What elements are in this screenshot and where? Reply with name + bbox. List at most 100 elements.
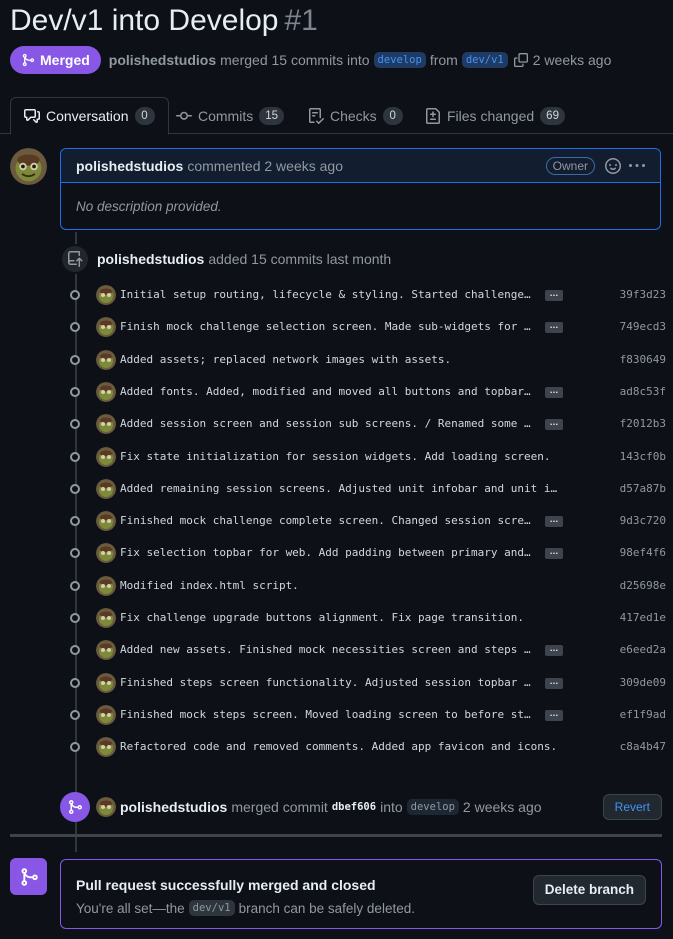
avatar[interactable] (96, 447, 116, 467)
owner-badge: Owner (545, 156, 595, 175)
tab-conversation-count: 0 (134, 107, 155, 125)
copy-icon[interactable] (513, 53, 528, 67)
commit-message-link[interactable]: Fix challenge upgrade buttons alignment.… (120, 611, 560, 624)
avatar[interactable] (96, 608, 116, 628)
commit-message-link[interactable]: Finished mock challenge complete screen.… (120, 514, 536, 527)
smiley-icon[interactable] (605, 157, 621, 174)
commit-sha-link[interactable]: d25698e (620, 579, 666, 592)
merge-branch-link[interactable]: develop (406, 799, 459, 815)
commit-message-link[interactable]: Added new assets. Finished mock necessit… (120, 643, 536, 656)
expand-commit-message-button[interactable]: … (545, 547, 563, 559)
avatar[interactable] (96, 543, 116, 563)
expand-commit-message-button[interactable]: … (545, 677, 563, 689)
kebab-horizontal-icon[interactable] (629, 158, 645, 174)
tab-conversation[interactable]: Conversation 0 (10, 97, 169, 135)
tab-checks[interactable]: Checks 0 (308, 97, 403, 134)
comment-box: polishedstudios commented 2 weeks ago Ow… (60, 148, 661, 230)
commit-sha-link[interactable]: 39f3d23 (620, 288, 666, 301)
expand-commit-message-button[interactable]: … (545, 644, 563, 656)
avatar[interactable] (96, 511, 116, 531)
expand-commit-message-button[interactable]: … (545, 709, 563, 721)
commit-message-link[interactable]: Fix selection topbar for web. Add paddin… (120, 546, 536, 559)
commit-row: Fix state initialization for session wid… (66, 447, 666, 467)
commit-sha-link[interactable]: 98ef4f6 (620, 546, 666, 559)
comment-author-link[interactable]: polishedstudios (76, 158, 183, 174)
commit-sha-link[interactable]: 143cf0b (620, 450, 666, 463)
tab-checks-label: Checks (330, 107, 377, 124)
git-commit-icon (70, 710, 80, 720)
base-branch-link[interactable]: develop (373, 52, 426, 68)
commit-row: Added assets; replaced network images wi… (66, 350, 666, 370)
commit-sha-link[interactable]: c8a4b47 (620, 740, 666, 753)
timeline-separator (10, 834, 662, 837)
commit-sha-link[interactable]: 749ecd3 (620, 320, 666, 333)
merged-box-branch: dev/v1 (188, 900, 235, 916)
pr-author-link[interactable]: polishedstudios (109, 52, 216, 68)
delete-branch-button[interactable]: Delete branch (532, 875, 646, 905)
commit-message-link[interactable]: Added remaining session screens. Adjuste… (120, 482, 560, 495)
commit-message-link[interactable]: Finish mock challenge selection screen. … (120, 320, 536, 333)
avatar[interactable] (96, 285, 116, 305)
comment-header: polishedstudios commented 2 weeks ago Ow… (61, 149, 660, 183)
commit-message-link[interactable]: Added fonts. Added, modified and moved a… (120, 385, 536, 398)
expand-commit-message-button[interactable]: … (545, 418, 563, 430)
avatar[interactable] (96, 737, 116, 757)
merge-into-text: into (380, 799, 403, 815)
avatar[interactable] (96, 382, 116, 402)
commit-message-link[interactable]: Finished mock steps screen. Moved loadin… (120, 708, 536, 721)
commit-message-link[interactable]: Added session screen and session sub scr… (120, 417, 536, 430)
git-commit-icon (70, 290, 80, 300)
commit-message-link[interactable]: Added assets; replaced network images wi… (120, 353, 560, 366)
merge-author-link[interactable]: polishedstudios (120, 799, 227, 815)
commit-message-link[interactable]: Finished steps screen functionality. Adj… (120, 676, 536, 689)
avatar[interactable] (96, 479, 116, 499)
commit-sha-link[interactable]: 9d3c720 (620, 514, 666, 527)
tab-commits[interactable]: Commits 15 (176, 97, 285, 134)
commit-message-link[interactable]: Fix state initialization for session wid… (120, 450, 560, 463)
revert-button[interactable]: Revert (602, 794, 662, 820)
expand-commit-message-button[interactable]: … (545, 321, 563, 333)
commit-sha-link[interactable]: f830649 (620, 353, 666, 366)
avatar[interactable] (96, 797, 116, 817)
avatar[interactable] (96, 317, 116, 337)
commit-row: Fix challenge upgrade buttons alignment.… (66, 608, 666, 628)
commit-sha-link[interactable]: e6eed2a (620, 643, 666, 656)
avatar[interactable] (96, 350, 116, 370)
push-text: added 15 commits last month (208, 251, 392, 267)
commit-sha-link[interactable]: ad8c53f (620, 385, 666, 398)
avatar[interactable] (96, 414, 116, 434)
git-commit-icon (70, 678, 80, 688)
commit-sha-link[interactable]: f2012b3 (620, 417, 666, 430)
git-commit-icon (70, 419, 80, 429)
commit-sha-link[interactable]: ef1f9ad (620, 708, 666, 721)
expand-commit-message-button[interactable]: … (545, 289, 563, 301)
commit-message-link[interactable]: Refactored code and removed comments. Ad… (120, 740, 560, 753)
commit-sha-link[interactable]: d57a87b (620, 482, 666, 495)
git-commit-icon (70, 645, 80, 655)
commit-sha-link[interactable]: 417ed1e (620, 611, 666, 624)
commit-row: Added remaining session screens. Adjuste… (66, 479, 666, 499)
comment-body: No description provided. (76, 199, 222, 214)
avatar[interactable] (96, 576, 116, 596)
head-branch-link[interactable]: dev/v1 (461, 52, 508, 68)
pr-time: 2 weeks ago (532, 52, 612, 68)
merge-commit-sha-link[interactable]: dbef606 (332, 801, 376, 813)
commit-message-link[interactable]: Initial setup routing, lifecycle & styli… (120, 288, 536, 301)
avatar[interactable] (96, 705, 116, 725)
git-commit-icon (70, 516, 80, 526)
avatar[interactable] (96, 673, 116, 693)
comment-time[interactable]: commented 2 weeks ago (187, 158, 343, 174)
expand-commit-message-button[interactable]: … (545, 515, 563, 527)
repo-push-icon (60, 244, 90, 274)
commit-sha-link[interactable]: 309de09 (620, 676, 666, 689)
tab-files-changed[interactable]: Files changed 69 (425, 97, 565, 134)
avatar[interactable] (96, 640, 116, 660)
avatar[interactable] (10, 148, 47, 185)
commit-row: Added session screen and session sub scr… (66, 414, 666, 434)
push-author-link[interactable]: polishedstudios (97, 251, 204, 267)
expand-commit-message-button[interactable]: … (545, 386, 563, 398)
merge-time[interactable]: 2 weeks ago (463, 799, 542, 815)
git-commit-icon (176, 111, 192, 120)
commit-row: Finished mock challenge complete screen.… (66, 511, 666, 531)
commit-message-link[interactable]: Modified index.html script. (120, 579, 560, 592)
